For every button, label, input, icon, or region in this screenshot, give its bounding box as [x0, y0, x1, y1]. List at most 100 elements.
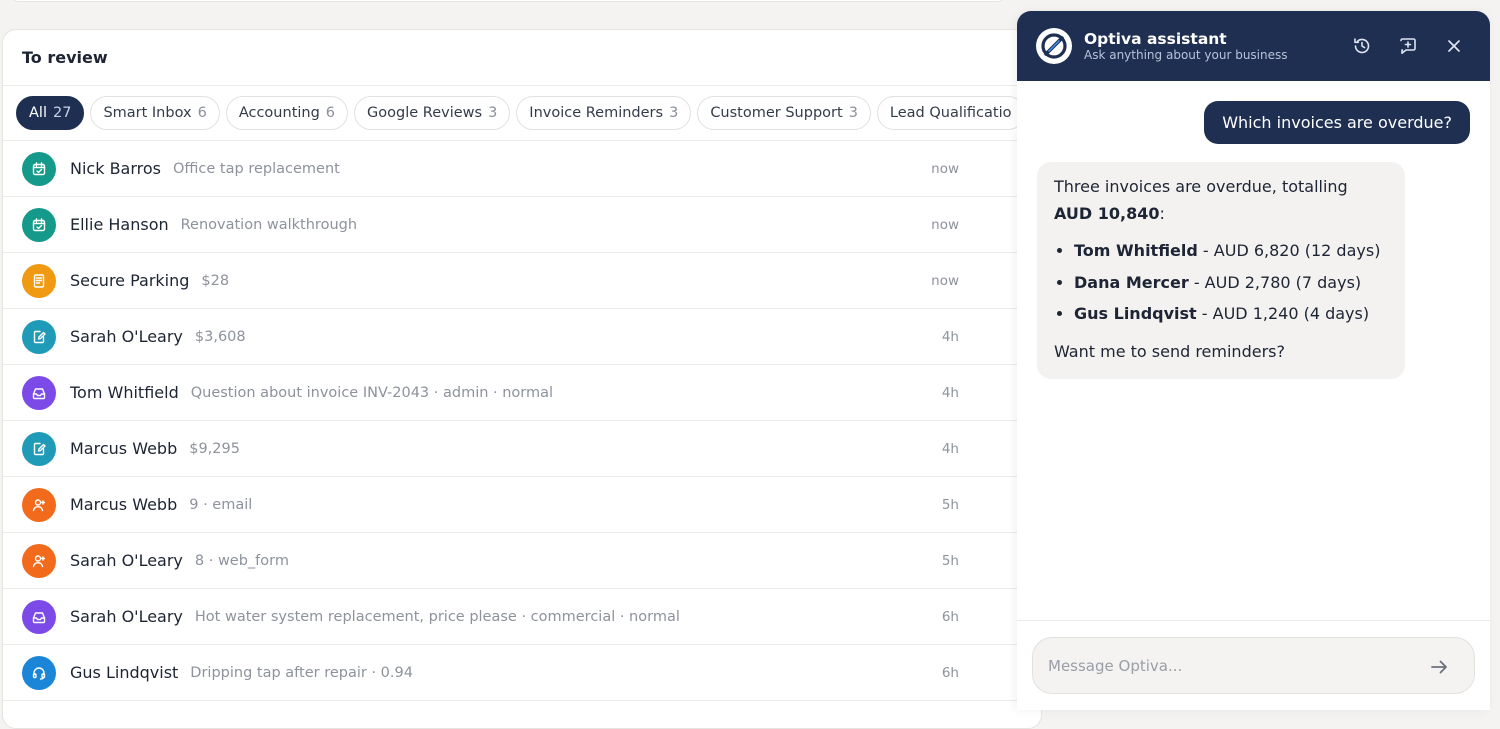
list-item[interactable]: Ellie Hanson Renovation walkthrough now: [3, 197, 1041, 253]
chip-invoice-reminders[interactable]: Invoice Reminders 3: [516, 96, 692, 130]
row-time: 4h: [941, 440, 959, 457]
avatar: [22, 487, 56, 522]
chip-count: 6: [325, 105, 336, 121]
avatar: [22, 263, 56, 298]
chip-label: Accounting: [238, 105, 320, 121]
list-item[interactable]: Secure Parking $28 now: [3, 253, 1041, 309]
user-icon: [32, 498, 46, 511]
chip-accounting[interactable]: Accounting 6: [225, 96, 349, 130]
filter-chips: All 27 Smart Inbox 6 Accounting 6 Google…: [3, 86, 1041, 141]
overdue-client: Dana Mercer: [1074, 272, 1189, 292]
chip-label: Invoice Reminders: [529, 105, 664, 121]
overdue-item: Gus Lindqvist - AUD 1,240 (4 days): [1074, 298, 1388, 330]
message-input[interactable]: [1048, 656, 1408, 675]
chip-all[interactable]: All 27: [16, 96, 85, 130]
row-name: Ellie Hanson: [70, 215, 169, 234]
list-item[interactable]: Nick Barros Office tap replacement now: [3, 141, 1041, 197]
row-time: 6h: [941, 664, 959, 681]
row-name: Sarah O'Leary: [70, 551, 183, 570]
row-time: now: [931, 160, 959, 177]
list-item[interactable]: Sarah O'Leary Hot water system replaceme…: [3, 589, 1041, 645]
chip-label: All: [29, 105, 47, 121]
avatar: [22, 375, 56, 410]
overdue-detail: - AUD 6,820 (12 days): [1197, 241, 1381, 260]
chip-google-reviews[interactable]: Google Reviews 3: [354, 96, 511, 130]
avatar: [22, 151, 56, 186]
row-subtitle: Dripping tap after repair · 0.94: [190, 664, 413, 681]
avatar: [22, 207, 56, 242]
optiva-logo-icon: [1036, 28, 1072, 64]
row-name: Marcus Webb: [70, 495, 178, 514]
row-subtitle: $28: [201, 272, 230, 289]
chip-count: 3: [488, 105, 498, 121]
chip-smart-inbox[interactable]: Smart Inbox 6: [90, 96, 220, 130]
row-subtitle: $3,608: [194, 328, 246, 345]
inbox-icon: [32, 387, 46, 399]
chip-lead-qualification[interactable]: Lead Qualificatio: [876, 96, 1025, 130]
row-subtitle: $9,295: [189, 440, 240, 457]
to-review-title: To review: [22, 48, 108, 67]
row-subtitle: Office tap replacement: [173, 160, 340, 177]
to-review-panel: To review All 27 Smart Inbox 6 Accountin…: [2, 29, 1042, 729]
assistant-message: Three invoices are overdue, totalling AU…: [1037, 162, 1405, 379]
row-time: 6h: [941, 608, 959, 625]
assistant-subtitle: Ask anything about your business: [1084, 47, 1288, 62]
inbox-icon: [32, 611, 46, 623]
top-panel-edge: [8, 0, 1008, 2]
row-name: Gus Lindqvist: [70, 663, 179, 682]
row-name: Sarah O'Leary: [70, 327, 183, 346]
row-name: Marcus Webb: [70, 439, 178, 458]
headset-icon: [32, 666, 46, 680]
row-time: 4h: [941, 384, 959, 401]
chip-customer-support[interactable]: Customer Support 3: [697, 96, 871, 130]
reply-intro: Three invoices are overdue, totalling AU…: [1054, 173, 1388, 227]
row-time: 5h: [941, 496, 959, 513]
chip-label: Customer Support: [710, 105, 843, 121]
overdue-client: Gus Lindqvist: [1074, 304, 1197, 323]
chip-count: 3: [669, 105, 679, 121]
review-list: Nick Barros Office tap replacement now E…: [3, 141, 1041, 701]
new-chat-icon[interactable]: [1396, 34, 1420, 58]
avatar: [22, 599, 56, 634]
calendar-icon: [32, 217, 46, 231]
composer-area: [1017, 620, 1490, 710]
history-icon[interactable]: [1350, 34, 1374, 58]
row-name: Sarah O'Leary: [70, 607, 183, 626]
row-time: 5h: [941, 552, 959, 569]
avatar: [22, 655, 56, 690]
user-message: Which invoices are overdue?: [1204, 101, 1470, 144]
composer: [1032, 637, 1475, 694]
close-icon[interactable]: [1442, 34, 1466, 58]
chip-count: 27: [52, 105, 72, 121]
row-time: 4h: [941, 328, 959, 345]
calendar-icon: [32, 161, 46, 175]
send-icon[interactable]: [1428, 656, 1450, 678]
assistant-header: Optiva assistant Ask anything about your…: [1017, 11, 1490, 81]
edit-document-icon: [33, 442, 46, 455]
list-item[interactable]: Sarah O'Leary $3,608 4h: [3, 309, 1041, 365]
list-item[interactable]: Sarah O'Leary 8 · web_form 5h: [3, 533, 1041, 589]
overdue-detail: - AUD 2,780 (7 days): [1188, 272, 1362, 292]
row-subtitle: 8 · web_form: [194, 552, 289, 569]
overdue-detail: - AUD 1,240 (4 days): [1196, 304, 1370, 323]
list-item[interactable]: Marcus Webb 9 · email 5h: [3, 477, 1041, 533]
row-name: Nick Barros: [70, 159, 161, 178]
avatar: [22, 319, 56, 354]
avatar: [22, 543, 56, 578]
chip-count: 3: [848, 105, 858, 121]
list-item[interactable]: Tom Whitfield Question about invoice INV…: [3, 365, 1041, 421]
to-review-header: To review: [3, 30, 1041, 86]
overdue-list: Tom Whitfield - AUD 6,820 (12 days) Dana…: [1074, 235, 1388, 330]
row-name: Tom Whitfield: [70, 383, 179, 402]
receipt-icon: [33, 273, 45, 288]
chip-label: Google Reviews: [367, 105, 483, 121]
row-subtitle: Question about invoice INV-2043 · admin …: [190, 384, 554, 401]
list-item[interactable]: Marcus Webb $9,295 4h: [3, 421, 1041, 477]
assistant-title: Optiva assistant: [1084, 29, 1227, 48]
chip-label: Lead Qualificatio: [889, 105, 1012, 121]
overdue-item: Dana Mercer - AUD 2,780 (7 days): [1074, 267, 1388, 299]
row-time: now: [931, 272, 959, 289]
reply-total: AUD 10,840: [1054, 204, 1160, 223]
overdue-client: Tom Whitfield: [1074, 241, 1198, 260]
list-item[interactable]: Gus Lindqvist Dripping tap after repair …: [3, 645, 1041, 701]
